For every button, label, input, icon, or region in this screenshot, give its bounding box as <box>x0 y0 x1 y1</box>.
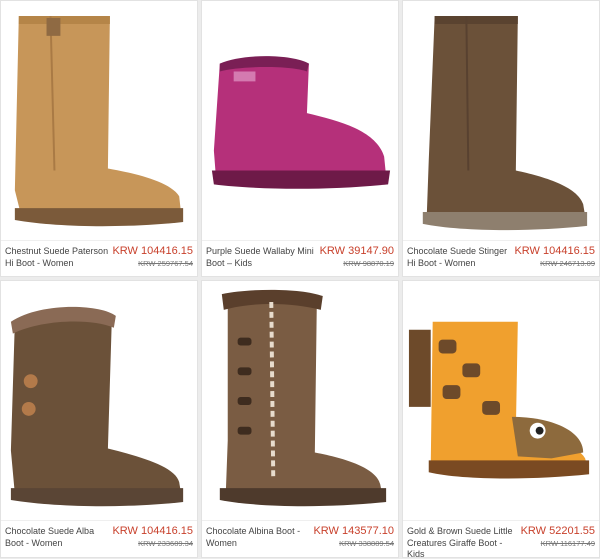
product-info: Purple Suede Wallaby Mini Boot – Kids KR… <box>202 240 398 276</box>
product-price: KRW 143577.10 <box>313 525 394 537</box>
product-info: Chocolate Albina Boot - Women KRW 143577… <box>202 520 398 557</box>
product-price: KRW 104416.15 <box>112 525 193 537</box>
tall-boot-icon <box>14 16 184 227</box>
product-old-price: KRW 259767.54 <box>138 259 193 268</box>
product-card-chocolate-stinger[interactable]: Chocolate Suede Stinger Hi Boot - Women … <box>402 0 600 277</box>
tall-boot-icon <box>422 16 588 231</box>
product-image-chestnut-paterson[interactable] <box>1 1 197 238</box>
product-image-chocolate-alba[interactable] <box>1 281 197 518</box>
product-old-price: KRW 116177.49 <box>540 539 595 548</box>
product-name[interactable]: Chocolate Albina Boot - Women <box>206 526 314 549</box>
product-card-giraffe-boot[interactable]: Gold & Brown Suede Little Creatures Gira… <box>402 280 600 558</box>
giraffe-boot-icon <box>408 321 590 479</box>
product-image-chocolate-albina[interactable] <box>202 281 398 518</box>
product-name[interactable]: Chestnut Suede Paterson Hi Boot - Women <box>5 246 113 269</box>
product-price: KRW 104416.15 <box>514 245 595 257</box>
product-name[interactable]: Purple Suede Wallaby Mini Boot – Kids <box>206 246 314 269</box>
product-price: KRW 39147.90 <box>319 245 394 257</box>
product-name[interactable]: Chocolate Suede Stinger Hi Boot - Women <box>407 246 515 269</box>
product-info: Chocolate Suede Alba Boot - Women KRW 10… <box>1 520 197 557</box>
product-card-purple-wallaby[interactable]: Purple Suede Wallaby Mini Boot – Kids KR… <box>201 0 399 277</box>
product-image-giraffe-boot[interactable] <box>403 281 599 518</box>
product-info: Gold & Brown Suede Little Creatures Gira… <box>403 520 599 557</box>
product-card-chestnut-paterson[interactable]: Chestnut Suede Paterson Hi Boot - Women … <box>0 0 198 277</box>
product-card-chocolate-alba[interactable]: Chocolate Suede Alba Boot - Women KRW 10… <box>0 280 198 558</box>
toggle-boot-icon <box>219 289 387 507</box>
product-price: KRW 104416.15 <box>112 245 193 257</box>
product-image-purple-wallaby[interactable] <box>202 1 398 238</box>
product-old-price: KRW 233689.34 <box>138 539 193 548</box>
product-name[interactable]: Gold & Brown Suede Little Creatures Gira… <box>407 526 515 557</box>
product-price: KRW 52201.55 <box>520 525 595 537</box>
product-info: Chestnut Suede Paterson Hi Boot - Women … <box>1 240 197 276</box>
product-old-price: KRW 98870.19 <box>343 259 394 268</box>
mini-boot-icon <box>211 56 391 189</box>
product-old-price: KRW 338889.54 <box>339 539 394 548</box>
product-grid: Chestnut Suede Paterson Hi Boot - Women … <box>0 0 600 559</box>
product-card-chocolate-albina[interactable]: Chocolate Albina Boot - Women KRW 143577… <box>201 280 399 558</box>
product-info: Chocolate Suede Stinger Hi Boot - Women … <box>403 240 599 276</box>
product-old-price: KRW 246713.09 <box>540 259 595 268</box>
button-boot-icon <box>10 306 184 507</box>
product-image-chocolate-stinger[interactable] <box>403 1 599 238</box>
product-name[interactable]: Chocolate Suede Alba Boot - Women <box>5 526 113 549</box>
